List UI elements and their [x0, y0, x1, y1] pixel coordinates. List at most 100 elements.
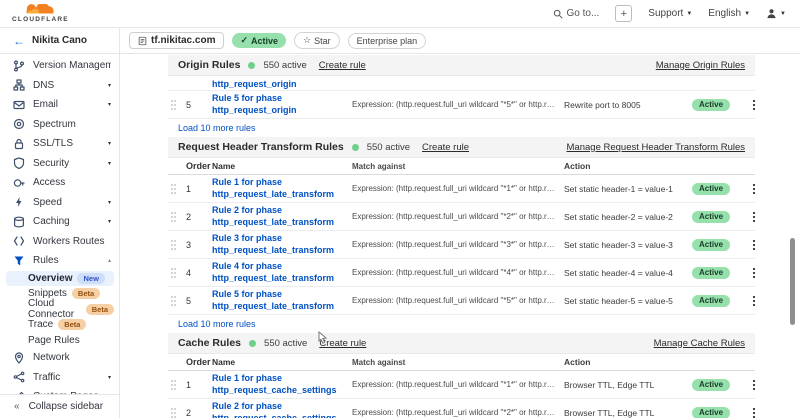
rule-name-line2: http_request_cache_settings [212, 413, 352, 418]
drag-handle[interactable] [170, 379, 186, 391]
rule-name-link[interactable]: Rule 1 for phase http_request_late_trans… [212, 177, 352, 200]
sidebar-item-trace[interactable]: Trace Beta [6, 317, 114, 333]
drag-handle[interactable] [170, 407, 186, 418]
sidebar-item-version-management[interactable]: Version Management [0, 56, 119, 76]
rule-name-link[interactable]: Rule 5 for phase http_request_origin [212, 93, 352, 116]
column-header-name: Name [212, 161, 352, 171]
goto-search[interactable]: Go to... [553, 8, 600, 19]
support-menu[interactable]: Support ▼ [648, 8, 692, 19]
section-title: Request Header Transform Rules [178, 141, 344, 153]
chevron-down-icon: ▼ [780, 11, 786, 17]
goto-label: Go to... [567, 8, 600, 19]
rule-kebab-menu-button[interactable] [740, 267, 756, 279]
manage-rules-link[interactable]: Manage Request Header Transform Rules [567, 142, 745, 153]
cloudflare-logo[interactable]: CLOUDFLARE [12, 4, 69, 24]
sidebar-item-cloud-connector[interactable]: Cloud Connector Beta [6, 302, 114, 318]
rule-order: 4 [186, 268, 212, 278]
sidebar-item-label: Workers Routes [33, 236, 105, 247]
clipped-rule-name[interactable]: http_request_origin [212, 79, 297, 89]
vertical-scrollbar-thumb[interactable] [790, 238, 795, 325]
zone-status-badge: ✓ Active [232, 33, 286, 48]
rule-name-line2: http_request_late_transform [212, 273, 352, 285]
rule-action: Browser TTL, Edge TTL [564, 408, 692, 418]
load-more-rules-link[interactable]: Load 10 more rules [168, 315, 755, 333]
rule-name-line1: Rule 2 for phase [212, 205, 352, 217]
manage-rules-link[interactable]: Manage Cache Rules [654, 338, 745, 349]
sidebar-item-rules[interactable]: Rules ▴ [0, 251, 119, 271]
sidebar-item-label: Network [33, 352, 70, 363]
rule-name-link[interactable]: Rule 3 for phase http_request_late_trans… [212, 233, 352, 256]
create-rule-link[interactable]: Create rule [319, 338, 366, 349]
sidebar-item-security[interactable]: Security ▾ [0, 154, 119, 174]
drag-handle[interactable] [170, 239, 186, 251]
zone-bar: ← Nikita Cano tf.nikitac.com ✓ Active ☆ … [0, 28, 800, 54]
sidebar-item-ssl-tls[interactable]: SSL/TLS ▾ [0, 134, 119, 154]
sidebar-item-caching[interactable]: Caching ▾ [0, 212, 119, 232]
origin-rules-section: Origin Rules 550 active Create rule Mana… [168, 55, 755, 137]
account-breadcrumb: ← Nikita Cano [0, 28, 120, 53]
sidebar-item-spectrum[interactable]: Spectrum [0, 115, 119, 135]
rule-rows: 1 Rule 1 for phase http_request_late_tra… [168, 175, 755, 315]
rules-icon [13, 255, 25, 267]
account-name: Nikita Cano [32, 35, 87, 46]
rule-name-line1: Rule 5 for phase [212, 93, 352, 105]
rule-name-link[interactable]: Rule 2 for phase http_request_late_trans… [212, 205, 352, 228]
request-header-transform-rules-section: Request Header Transform Rules 550 activ… [168, 137, 755, 333]
rule-kebab-menu-button[interactable] [740, 211, 756, 223]
rule-order: 1 [186, 184, 212, 194]
column-header-order: Order [186, 161, 212, 171]
site-icon [138, 36, 147, 46]
sidebar-item-access[interactable]: Access [0, 173, 119, 193]
rule-kebab-menu-button[interactable] [740, 183, 756, 195]
sidebar-nav: Version Management DNS ▾ Email ▾ Spectru… [0, 54, 119, 394]
rule-match-expression: Expression: (http.request.full_uri wildc… [352, 268, 564, 277]
shield-icon [13, 157, 25, 169]
rule-kebab-menu-button[interactable] [740, 295, 756, 307]
create-rule-link[interactable]: Create rule [422, 142, 469, 153]
sidebar-subitem-label: Page Rules [28, 335, 80, 346]
caching-icon [13, 216, 25, 228]
back-arrow-icon[interactable]: ← [13, 34, 25, 48]
active-status-dot-icon [352, 144, 359, 151]
user-menu[interactable]: ▼ [766, 8, 786, 19]
load-more-rules-link[interactable]: Load 10 more rules [168, 119, 755, 137]
sidebar-item-page-rules[interactable]: Page Rules [6, 333, 114, 349]
active-count: 550 active [264, 338, 307, 349]
active-status-dot-icon [248, 62, 255, 69]
rule-kebab-menu-button[interactable] [740, 407, 756, 418]
add-site-button[interactable]: + [615, 5, 632, 22]
column-header-action: Action [564, 161, 692, 171]
rule-name-line2: http_request_late_transform [212, 245, 352, 257]
rule-kebab-menu-button[interactable] [740, 379, 756, 391]
sidebar-item-speed[interactable]: Speed ▾ [0, 193, 119, 213]
rule-name-link[interactable]: Rule 2 for phase http_request_cache_sett… [212, 401, 352, 418]
create-rule-link[interactable]: Create rule [319, 60, 366, 71]
collapse-sidebar-button[interactable]: « Collapse sidebar [0, 394, 119, 418]
drag-handle[interactable] [170, 99, 186, 111]
rule-match-expression: Expression: (http.request.full_uri wildc… [352, 100, 564, 109]
drag-handle[interactable] [170, 183, 186, 195]
active-count: 550 active [367, 142, 410, 153]
drag-handle[interactable] [170, 267, 186, 279]
domain-selector[interactable]: tf.nikitac.com [129, 32, 224, 49]
sidebar-item-workers-routes[interactable]: Workers Routes [0, 232, 119, 252]
sidebar-item-traffic[interactable]: Traffic ▾ [0, 368, 119, 388]
sidebar-item-dns[interactable]: DNS ▾ [0, 76, 119, 96]
rule-name-link[interactable]: Rule 1 for phase http_request_cache_sett… [212, 373, 352, 396]
drag-handle[interactable] [170, 211, 186, 223]
drag-handle[interactable] [170, 295, 186, 307]
sidebar-item-email[interactable]: Email ▾ [0, 95, 119, 115]
sidebar-item-custom-pages[interactable]: Custom Pages [0, 387, 119, 394]
rule-name-link[interactable]: Rule 5 for phase http_request_late_trans… [212, 289, 352, 312]
manage-rules-link[interactable]: Manage Origin Rules [656, 60, 745, 71]
rule-status-badge: Active [692, 295, 730, 307]
sidebar-item-overview[interactable]: Overview New [6, 271, 114, 287]
language-menu[interactable]: English ▼ [708, 8, 750, 19]
star-button[interactable]: ☆ Star [294, 32, 340, 49]
sidebar-item-network[interactable]: Network [0, 348, 119, 368]
rule-name-link[interactable]: Rule 4 for phase http_request_late_trans… [212, 261, 352, 284]
chevron-down-icon: ▼ [744, 11, 750, 17]
rule-kebab-menu-button[interactable] [740, 239, 756, 251]
rule-kebab-menu-button[interactable] [740, 99, 756, 111]
rule-match-expression: Expression: (http.request.full_uri wildc… [352, 184, 564, 193]
